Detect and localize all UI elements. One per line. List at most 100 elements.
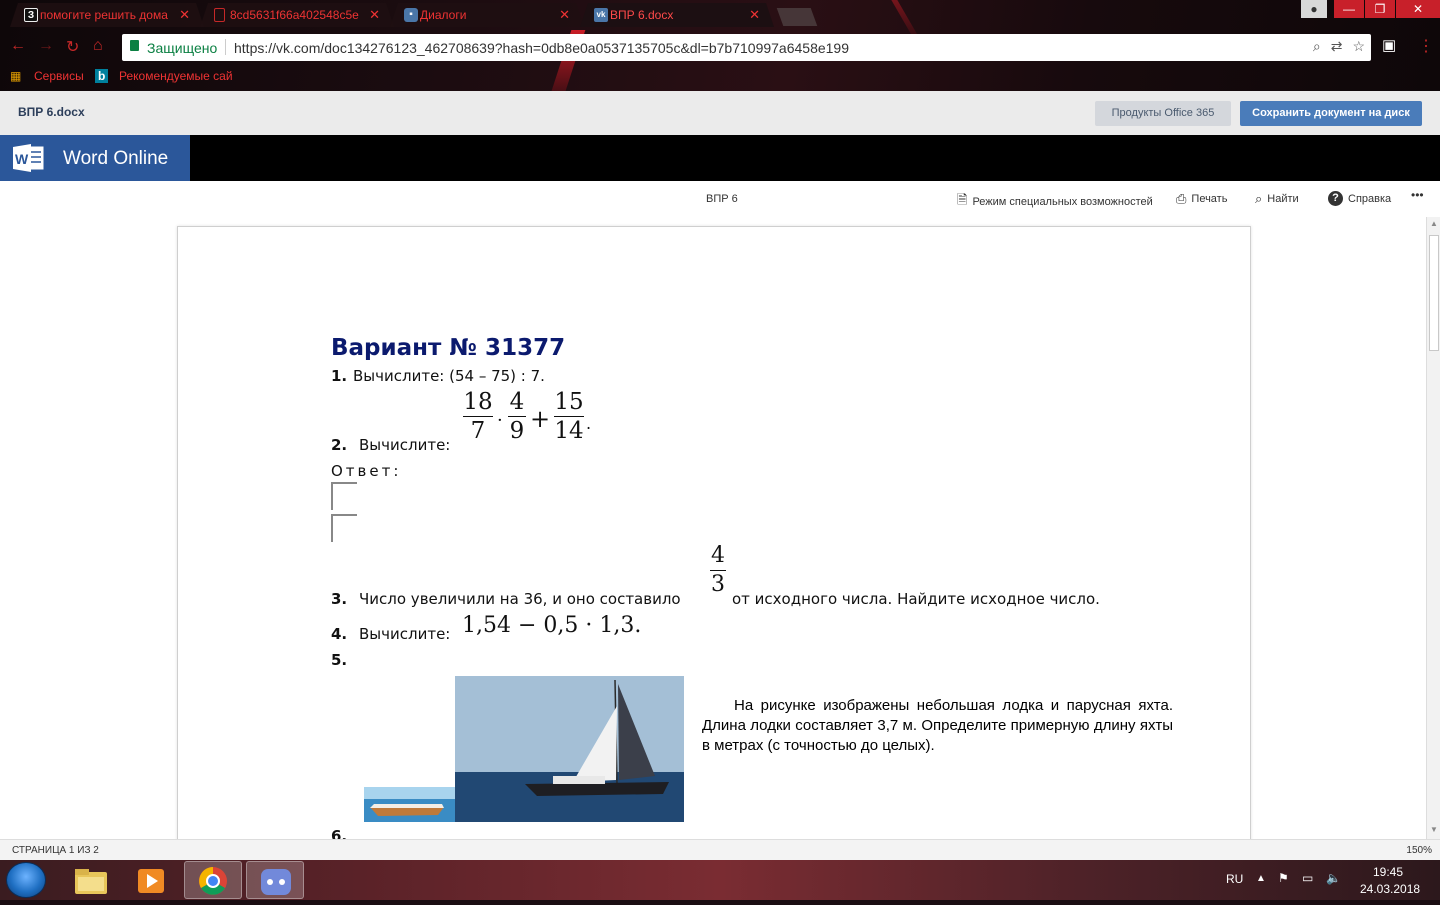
menu-icon[interactable]: ⋮	[1418, 36, 1434, 56]
scroll-up-icon[interactable]: ▲	[1429, 219, 1439, 231]
scrollbar-thumb[interactable]	[1429, 235, 1439, 351]
home-icon[interactable]: ⌂	[93, 37, 103, 55]
browser-tab[interactable]: 8cd5631f66a402548c5e ✕	[200, 3, 394, 27]
svg-text:W: W	[15, 151, 29, 167]
search-icon: ⌕	[1255, 191, 1263, 206]
vk-icon: vk	[594, 8, 608, 22]
tab-title: помогите решить дома	[40, 8, 168, 22]
yacht-image	[455, 676, 684, 822]
more-options-button[interactable]: •••	[1411, 188, 1424, 202]
show-hidden-icons[interactable]: ▲	[1256, 873, 1266, 884]
word-brand[interactable]: W Word Online	[0, 135, 190, 181]
file-explorer-icon	[75, 869, 107, 894]
url-text[interactable]: https://vk.com/doc134276123_462708639?ha…	[234, 40, 849, 56]
apps-grid-icon[interactable]: ▦	[10, 69, 21, 83]
omnibox-actions: ⌕ ⇄ ☆	[1313, 38, 1365, 55]
denominator: 14	[554, 418, 584, 444]
browser-tab[interactable]: ▪ Диалоги ✕	[390, 3, 584, 27]
scroll-down-icon[interactable]: ▼	[1429, 825, 1439, 837]
zoom-icon[interactable]: ⌕	[1313, 38, 1321, 55]
bookmark-star-icon[interactable]: ☆	[1352, 38, 1365, 55]
fraction-bar	[554, 416, 584, 417]
restore-icon[interactable]: ❐	[1365, 0, 1395, 18]
question-5-text: На рисунке изображены небольшая лодка и …	[702, 697, 1173, 754]
document-viewport[interactable]: Вариант № 31377 1. Вычислите: (54 – 75) …	[0, 217, 1440, 839]
bookmark-item[interactable]: Рекомендуемые сай	[119, 69, 233, 83]
user-profile-icon[interactable]: ●	[1301, 0, 1327, 18]
question-3-text: Число увеличили на 36, и оно составило	[359, 590, 681, 608]
chat-icon: ▪	[404, 8, 418, 22]
reload-icon[interactable]: ↻	[66, 37, 79, 57]
taskbar-item-active[interactable]	[184, 861, 242, 899]
button-label: Режим специальных возможностей	[972, 196, 1153, 208]
find-button[interactable]: ⌕ Найти	[1255, 191, 1299, 207]
tab-strip: З помогите решить дома ✕ 8cd5631f66a4025…	[10, 3, 818, 29]
question-number: 2.	[331, 436, 348, 454]
tab-title: Диалоги	[420, 8, 467, 22]
word-online-bar: W Word Online	[0, 135, 1440, 181]
input-language[interactable]: RU	[1226, 872, 1243, 886]
file-name: ВПР 6.docx	[18, 105, 85, 119]
app-name: Word Online	[63, 148, 169, 169]
question-2-text: Вычислите:	[359, 436, 451, 454]
clock-time[interactable]: 19:45	[1373, 865, 1403, 879]
extension-icon[interactable]: ▣	[1382, 36, 1396, 54]
answer-label: Ответ:	[331, 462, 402, 480]
fraction: 49	[508, 390, 526, 443]
office-products-button[interactable]: Продукты Office 365	[1095, 101, 1231, 126]
print-button[interactable]: ⎙ Печать	[1176, 191, 1227, 207]
forward-icon[interactable]: →	[38, 37, 54, 55]
fraction-bar	[508, 416, 526, 417]
clock-date[interactable]: 24.03.2018	[1360, 882, 1420, 896]
close-tab-icon[interactable]: ✕	[749, 7, 760, 23]
translate-icon[interactable]: ⇄	[1331, 38, 1343, 55]
pdf-file-icon	[214, 8, 225, 22]
windows-start-icon[interactable]	[6, 862, 46, 898]
vertical-scrollbar[interactable]: ▲ ▼	[1426, 217, 1440, 839]
taskbar-item[interactable]	[246, 861, 304, 899]
new-tab-button[interactable]	[776, 8, 818, 26]
window-close-icon[interactable]: ✕	[1396, 0, 1440, 18]
period: .	[586, 414, 592, 433]
question-number: 6.	[331, 827, 348, 839]
answer-box	[331, 482, 357, 510]
volume-icon[interactable]: 🔈	[1326, 871, 1341, 885]
taskbar-item[interactable]	[62, 861, 120, 899]
status-bar: СТРАНИЦА 1 ИЗ 2 150%	[0, 839, 1440, 860]
fraction-bar	[710, 570, 726, 571]
zoom-level[interactable]: 150%	[1406, 845, 1432, 856]
network-icon[interactable]: ▭	[1302, 871, 1313, 885]
document-title: ВПР 6	[706, 193, 738, 205]
browser-tab-active[interactable]: vk ВПР 6.docx ✕	[580, 3, 774, 27]
word-logo-icon: W	[13, 144, 45, 172]
question-4-expression: 1,54 − 0,5 · 1,3.	[462, 613, 642, 638]
accessibility-mode-button[interactable]: 🗎 Режим специальных возможностей	[957, 191, 1153, 213]
navigation-row: ← → ↻ ⌂ Защищено https://vk.com/doc13427…	[0, 33, 1440, 61]
taskbar-item[interactable]	[122, 861, 180, 899]
address-bar[interactable]: Защищено https://vk.com/doc134276123_462…	[122, 34, 1371, 61]
window-controls: ● — ❐ ✕	[1301, 0, 1440, 18]
fraction: 43	[710, 544, 726, 597]
browser-chrome: З помогите решить дома ✕ 8cd5631f66a4025…	[0, 0, 1440, 91]
page-indicator: СТРАНИЦА 1 ИЗ 2	[12, 845, 99, 856]
close-tab-icon[interactable]: ✕	[369, 7, 380, 23]
question-number: 5.	[331, 651, 348, 669]
browser-tab[interactable]: З помогите решить дома ✕	[10, 3, 204, 27]
action-center-flag-icon[interactable]: ⚑	[1278, 871, 1289, 885]
bookmark-item[interactable]: Сервисы	[34, 69, 84, 83]
close-tab-icon[interactable]: ✕	[179, 7, 190, 23]
numerator: 15	[554, 389, 584, 415]
numerator: 4	[509, 389, 525, 415]
close-tab-icon[interactable]: ✕	[559, 7, 570, 23]
small-boat-image	[364, 787, 455, 822]
help-button[interactable]: ? Справка	[1328, 191, 1391, 206]
back-icon[interactable]: ←	[10, 37, 26, 55]
button-label: Найти	[1267, 193, 1299, 205]
save-to-disk-button[interactable]: Сохранить документ на диск	[1240, 101, 1422, 126]
command-bar: ВПР 6 🗎 Режим специальных возможностей ⎙…	[0, 181, 1440, 217]
fraction: 15 14	[554, 390, 584, 443]
minimize-icon[interactable]: —	[1334, 0, 1364, 18]
windows-taskbar: RU ▲ ⚑ ▭ 🔈 19:45 24.03.2018	[0, 860, 1440, 900]
numerator: 4	[711, 543, 725, 568]
button-label: Печать	[1191, 193, 1228, 205]
